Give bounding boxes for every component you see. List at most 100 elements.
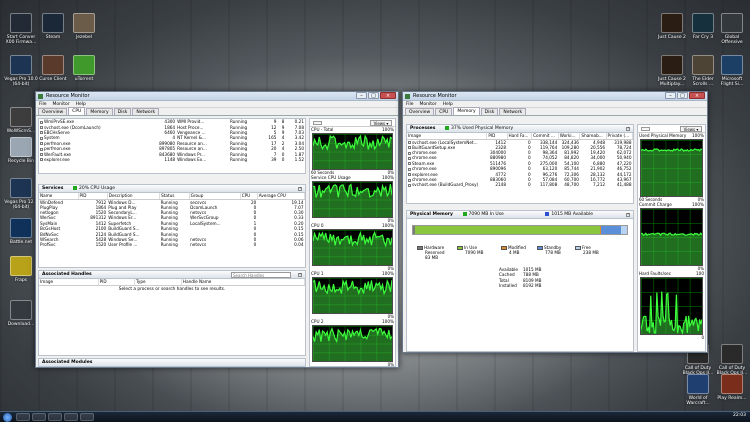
- desktop-icon[interactable]: Jezebel: [67, 13, 101, 40]
- row-checkbox[interactable]: [40, 147, 43, 151]
- row-checkbox[interactable]: [408, 162, 411, 166]
- handles-header[interactable]: Associated Handles ⌃: [39, 271, 305, 279]
- tab-network[interactable]: Network: [132, 108, 160, 115]
- row-checkbox[interactable]: [408, 146, 411, 150]
- column-header[interactable]: Commit ...: [531, 133, 559, 140]
- search-handles-input[interactable]: [231, 272, 291, 278]
- desktop-icon[interactable]: Global Offensive: [715, 13, 749, 45]
- minimize-button[interactable]: –: [665, 92, 676, 99]
- desktop-icon[interactable]: Fraps: [4, 256, 38, 283]
- row-checkbox[interactable]: [40, 126, 43, 130]
- row-checkbox[interactable]: [40, 120, 43, 124]
- menu-file[interactable]: File: [406, 101, 414, 107]
- collapse-icon[interactable]: ⌃: [626, 213, 630, 217]
- taskbar-media-button[interactable]: [32, 413, 46, 421]
- row-checkbox[interactable]: [408, 167, 411, 171]
- row-checkbox[interactable]: [408, 156, 411, 160]
- desktop-icon[interactable]: WoWScrnS...: [4, 107, 38, 134]
- handles-section[interactable]: Associated Handles ⌃ ImagePIDTypeHandle …: [38, 270, 306, 356]
- desktop-icon[interactable]: World of Warcraft...: [681, 374, 715, 406]
- graph-nav-back-icon[interactable]: [641, 127, 650, 131]
- taskbar-chrome-button[interactable]: [48, 413, 62, 421]
- taskbar-steam-button[interactable]: [64, 413, 78, 421]
- column-header[interactable]: PID: [98, 279, 135, 286]
- desktop-icon[interactable]: Start Conver X00 Firmwa...: [4, 13, 38, 45]
- tab-overview[interactable]: Overview: [405, 108, 435, 115]
- table-row[interactable]: explorer.exe 1148 Windows Ex... Running 39 0 1…: [39, 157, 305, 162]
- tab-disk[interactable]: Disk: [113, 108, 132, 115]
- minimize-button[interactable]: –: [356, 92, 367, 99]
- views-button[interactable]: Views ▾: [370, 120, 392, 126]
- row-checkbox[interactable]: [40, 158, 43, 162]
- column-header[interactable]: Type: [134, 279, 182, 286]
- desktop-icon[interactable]: Battle.net: [4, 218, 38, 245]
- resource-monitor-window-cpu[interactable]: Resource Monitor – □ × File Monitor Help…: [35, 91, 399, 368]
- services-header[interactable]: Services 20% CPU Usage ⌃: [39, 185, 305, 193]
- collapse-icon[interactable]: ⌃: [626, 127, 630, 131]
- row-checkbox[interactable]: [408, 178, 411, 182]
- row-checkbox[interactable]: [40, 153, 43, 157]
- tab-memory[interactable]: Memory: [86, 108, 113, 115]
- desktop-icon[interactable]: Steam: [36, 13, 70, 40]
- column-header[interactable]: Image: [39, 279, 99, 286]
- row-checkbox[interactable]: [408, 141, 411, 144]
- tab-overview[interactable]: Overview: [38, 108, 68, 115]
- close-button[interactable]: ×: [689, 92, 705, 99]
- processes-header[interactable]: Processes 37% Used Physical Memory ⌃: [407, 125, 633, 133]
- desktop-icon[interactable]: Just Cause 2: [655, 13, 689, 40]
- start-button[interactable]: [3, 413, 12, 422]
- table-row[interactable]: ProfSvc 1520 User Profile ... Running netsvc…: [39, 242, 305, 247]
- resource-monitor-window-memory[interactable]: Resource Monitor – □ × File Monitor Help…: [402, 91, 708, 353]
- taskbar-clock[interactable]: 22:03: [733, 413, 746, 418]
- desktop-icon[interactable]: Vegas Pro 10.0 (64-bit): [4, 55, 38, 87]
- desktop-icon[interactable]: Curse Client: [36, 55, 70, 82]
- collapse-icon[interactable]: ⌃: [298, 187, 302, 191]
- views-button[interactable]: Views ▾: [680, 126, 702, 132]
- column-header[interactable]: Hard Fa...: [507, 133, 533, 140]
- tab-network[interactable]: Network: [499, 108, 527, 115]
- column-header[interactable]: Shareab...: [579, 133, 607, 140]
- desktop-icon[interactable]: Just Cause 2 Multiplay...: [655, 55, 689, 87]
- processes-section[interactable]: Processes 37% Used Physical Memory ⌃ Ima…: [406, 124, 634, 204]
- desktop-icon[interactable]: uTorrent: [67, 55, 101, 82]
- physical-memory-section[interactable]: Physical Memory 7090 MB In Use 1015 MB A…: [406, 210, 634, 352]
- desktop-icon[interactable]: Download...: [4, 300, 38, 327]
- desktop-icon[interactable]: Vegas Pro 12.0 (64-bit): [4, 178, 38, 210]
- row-checkbox[interactable]: [408, 183, 411, 187]
- desktop-icon[interactable]: Microsoft Flight Si...: [715, 55, 749, 87]
- row-checkbox[interactable]: [40, 136, 43, 140]
- maximize-button[interactable]: □: [368, 92, 379, 99]
- maximize-button[interactable]: □: [677, 92, 688, 99]
- window-titlebar[interactable]: Resource Monitor – □ ×: [36, 92, 398, 101]
- menu-monitor[interactable]: Monitor: [53, 101, 70, 107]
- modules-header[interactable]: Associated Modules: [39, 359, 305, 367]
- desktop-icon[interactable]: Play Realm...: [715, 374, 749, 401]
- graph-nav-back-icon[interactable]: [313, 121, 322, 125]
- table-row[interactable]: svchost.exe (BuildGuard_Proxy) 2148 0 117,8…: [407, 182, 633, 187]
- services-section[interactable]: Services 20% CPU Usage ⌃ Name PID Descript…: [38, 184, 306, 268]
- window-titlebar[interactable]: Resource Monitor – □ ×: [403, 92, 707, 101]
- tab-cpu[interactable]: CPU: [435, 108, 453, 115]
- menu-help[interactable]: Help: [443, 101, 453, 107]
- desktop-icon[interactable]: Call of Duty Black Ops II...: [715, 344, 749, 376]
- collapse-icon[interactable]: ⌃: [298, 273, 302, 277]
- tab-disk[interactable]: Disk: [480, 108, 499, 115]
- row-checkbox[interactable]: [40, 131, 43, 135]
- taskbar-explorer-button[interactable]: [16, 413, 30, 421]
- desktop-icon[interactable]: Recycle Bin: [4, 137, 38, 164]
- modules-section[interactable]: Associated Modules: [38, 358, 306, 367]
- activity-graph: [312, 277, 393, 314]
- row-checkbox[interactable]: [408, 151, 411, 155]
- taskbar-resource-monitor-button[interactable]: [80, 413, 94, 421]
- close-button[interactable]: ×: [380, 92, 396, 99]
- tab-memory[interactable]: Memory: [453, 107, 480, 115]
- tab-cpu[interactable]: CPU: [68, 107, 86, 115]
- column-header[interactable]: Private (...: [606, 133, 633, 140]
- row-checkbox[interactable]: [40, 142, 43, 146]
- processes-section[interactable]: WmiPrvSE.exe 4300 WMI Provid... Running 9 8 0.…: [38, 118, 306, 174]
- menu-file[interactable]: File: [39, 101, 47, 107]
- physical-memory-header[interactable]: Physical Memory 7090 MB In Use 1015 MB A…: [407, 211, 633, 219]
- column-header[interactable]: Handle Name: [181, 279, 306, 286]
- row-checkbox[interactable]: [408, 173, 411, 177]
- menu-monitor[interactable]: Monitor: [420, 101, 437, 107]
